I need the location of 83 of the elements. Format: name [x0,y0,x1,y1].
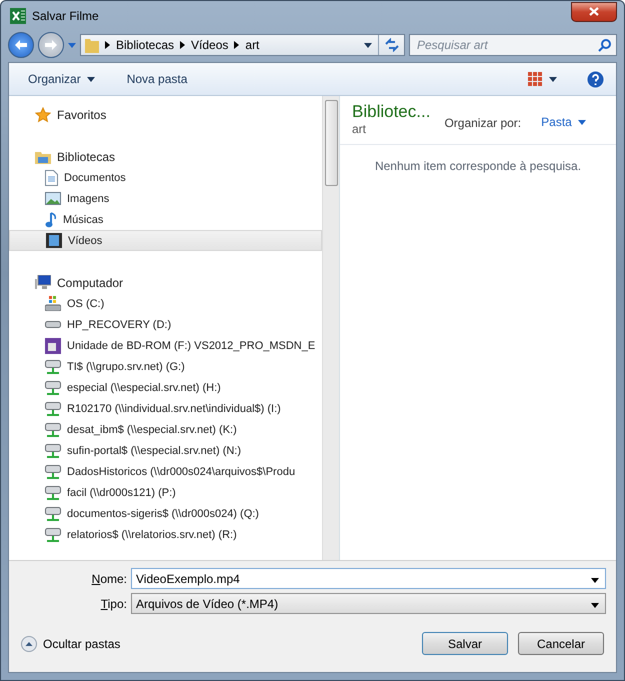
empty-message: Nenhum item corresponde à pesquisa. [374,159,582,173]
caret-icon [591,578,599,582]
nav-item[interactable]: facil (\\dr000s121) (P:) [9,482,322,503]
nav-item[interactable]: sufin-portal$ (\\especial.srv.net) (N:) [9,440,322,461]
picture-icon [45,192,61,205]
file-type-dropdown[interactable]: Arquivos de Vídeo (*.MP4) [131,593,606,614]
nav-item[interactable]: OS (C:) [9,293,322,314]
network-drive-icon [45,422,61,436]
scrollbar[interactable] [322,96,339,560]
nav-group[interactable]: Favoritos [9,104,322,125]
close-icon [589,7,599,16]
hide-folders-button[interactable]: Ocultar pastas [21,636,120,652]
close-button[interactable] [571,2,617,22]
nav-item[interactable]: TI$ (\\grupo.srv.net) (G:) [9,356,322,377]
nav-item[interactable]: Documentos [9,167,322,188]
star-icon [35,106,51,122]
caret-icon [578,120,586,124]
spreadsheet-app-icon [10,8,26,24]
computer-icon [35,275,51,290]
caret-icon [549,76,557,82]
nav-item[interactable]: Unidade de BD-ROM (F:) VS2012_PRO_MSDN_E [9,335,322,356]
history-caret-icon [68,42,76,48]
music-note-icon [45,212,57,228]
drive-icon [45,296,61,311]
network-drive-icon [45,464,61,478]
right-arrow-icon [44,39,58,51]
network-drive-icon [45,402,61,416]
breadcrumb[interactable]: Bibliotecas [116,38,174,52]
collapse-icon [21,636,37,652]
forward-button[interactable] [38,32,64,58]
chevron-icon [105,41,110,49]
document-icon [45,170,58,186]
help-icon[interactable] [587,70,604,88]
name-label: Nome: [90,572,127,586]
breadcrumb[interactable]: Vídeos [191,38,228,52]
nav-item[interactable]: Vídeos [9,230,322,251]
chevron-icon [234,41,240,49]
nav-group[interactable]: Bibliotecas [9,146,322,167]
left-arrow-icon [14,39,28,51]
arrange-dropdown[interactable]: Pasta [535,114,592,130]
search-field[interactable]: Pesquisar art [415,37,598,53]
grid-icon [528,72,543,86]
nav-group[interactable]: Computador [9,272,322,293]
nav-item[interactable]: desat_ibm$ (\\especial.srv.net) (K:) [9,419,322,440]
nav-item[interactable]: DadosHistoricos (\\dr000s024\arquivos$\Produ [9,461,322,482]
network-drive-icon [45,486,61,500]
cancel-button[interactable]: Cancelar [518,632,604,655]
address-bar[interactable]: Bibliotecas Vídeos art [80,34,405,56]
network-drive-icon [45,380,61,394]
library-subtitle: art [352,122,368,136]
search-box[interactable]: Pesquisar art [409,34,617,56]
network-drive-icon [45,528,61,542]
folder-icon [35,150,51,164]
nav-item[interactable]: Músicas [9,209,322,230]
arrange-label: Organizar por: [444,116,522,130]
drive-icon [45,321,61,328]
refresh-icon[interactable] [384,38,400,52]
nav-item[interactable]: relatorios$ (\\relatorios.srv.net) (R:) [9,524,322,545]
view-button[interactable] [526,70,559,88]
type-label: Tipo: [100,596,127,610]
save-button[interactable]: Salvar [422,632,508,655]
nav-item[interactable]: documentos-sigeris$ (\\dr000s024) (Q:) [9,503,322,524]
back-button[interactable] [8,32,34,58]
organize-button[interactable]: Organizar [26,70,97,88]
new-folder-button[interactable]: Nova pasta [124,70,190,88]
caret-icon [86,76,95,82]
nav-item[interactable]: R102170 (\\individual.srv.net\individual$) (I:) [9,398,322,419]
dropdown-caret-icon [364,42,372,48]
network-drive-icon [45,360,61,374]
nav-item[interactable]: HP_RECOVERY (D:) [9,314,322,335]
breadcrumb[interactable]: art [245,38,260,52]
caret-icon [591,602,599,608]
window-title: Salvar Filme [32,8,100,22]
folder-icon [85,37,99,53]
network-drive-icon [45,444,61,458]
search-icon [598,38,611,52]
network-drive-icon [45,506,61,520]
chevron-icon [180,41,186,49]
library-title: Bibliotec... [352,102,430,122]
disc-drive-icon [45,338,61,354]
film-icon [46,233,62,248]
nav-item[interactable]: Imagens [9,188,322,209]
nav-item[interactable]: especial (\\especial.srv.net) (H:) [9,377,322,398]
